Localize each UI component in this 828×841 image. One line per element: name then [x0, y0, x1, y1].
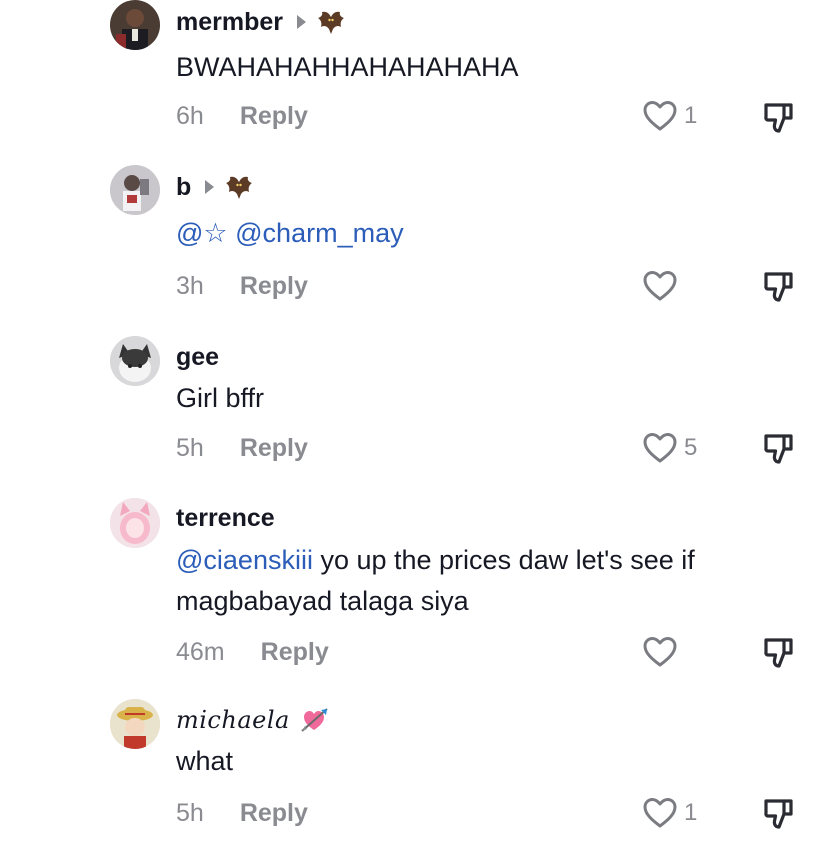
like-button[interactable]: 1 [642, 797, 697, 829]
dislike-button[interactable] [762, 636, 796, 675]
heart-icon [643, 637, 677, 667]
avatar[interactable] [110, 498, 160, 548]
comment-text: @ciaenskiii yo up the prices daw let's s… [176, 545, 695, 616]
timestamp: 6h [176, 102, 204, 130]
reply-button[interactable]: Reply [240, 102, 308, 131]
comment-text: Girl bffr [176, 383, 265, 413]
timestamp: 5h [176, 434, 204, 462]
heart-icon [643, 101, 677, 131]
bat-emoji-icon [316, 8, 346, 36]
like-button[interactable]: 1 [642, 100, 697, 132]
bat-emoji-icon [224, 173, 254, 201]
mention-link[interactable]: @charm_may [235, 218, 403, 248]
dislike-button[interactable] [762, 101, 796, 140]
reply-button[interactable]: Reply [240, 434, 308, 463]
reply-button[interactable]: Reply [261, 638, 329, 667]
reply-button[interactable]: Reply [240, 799, 308, 828]
thumbs-down-icon [764, 434, 793, 464]
thumbs-down-icon [764, 272, 793, 302]
mention-link[interactable]: @☆ [176, 218, 228, 248]
username[interactable]: michaela [176, 706, 290, 734]
username[interactable]: mermber [176, 8, 283, 37]
like-button[interactable] [642, 270, 684, 302]
comment-meta: 5h Reply [176, 799, 308, 828]
comment-text: @☆ @charm_may [176, 213, 796, 254]
heart-icon [643, 798, 677, 828]
dislike-button[interactable] [762, 270, 796, 309]
comment-header: b [176, 170, 254, 204]
reply-button[interactable]: Reply [240, 272, 308, 301]
comment-meta: 5h Reply [176, 434, 308, 463]
comment-header: michaela [176, 703, 330, 737]
like-count: 1 [684, 799, 698, 826]
avatar[interactable] [110, 165, 160, 215]
timestamp: 46m [176, 638, 225, 666]
thumbs-down-icon [764, 103, 793, 133]
thumbs-down-icon [764, 799, 793, 829]
dislike-button[interactable] [762, 797, 796, 836]
dislike-button[interactable] [762, 432, 796, 471]
comment-header: terrence [176, 501, 275, 535]
username[interactable]: gee [176, 343, 219, 372]
avatar[interactable] [110, 0, 160, 50]
heart-icon [643, 271, 677, 301]
mention-link[interactable]: @ciaenskiii [176, 545, 313, 575]
avatar[interactable] [110, 699, 160, 749]
comment-text: what [176, 746, 234, 776]
comment-text: BWAHAHAHHAHAHAHAHA [176, 52, 519, 82]
like-count: 1 [684, 102, 698, 129]
comment-meta: 3h Reply [176, 272, 308, 301]
timestamp: 3h [176, 272, 204, 300]
heart-icon [643, 433, 677, 463]
username[interactable]: terrence [176, 504, 275, 533]
comment-meta: 6h Reply [176, 102, 308, 131]
thumbs-down-icon [764, 638, 793, 668]
like-count: 5 [684, 434, 698, 461]
play-arrow-icon [297, 15, 306, 29]
avatar[interactable] [110, 336, 160, 386]
comment-header: gee [176, 340, 219, 374]
comment-header: mermber [176, 5, 346, 39]
comment-meta: 46m Reply [176, 638, 329, 667]
heart-arrow-emoji-icon [300, 706, 330, 734]
play-arrow-icon [205, 180, 215, 194]
timestamp: 5h [176, 799, 204, 827]
like-button[interactable] [642, 636, 684, 668]
username[interactable]: b [176, 173, 191, 202]
like-button[interactable]: 5 [642, 432, 697, 464]
